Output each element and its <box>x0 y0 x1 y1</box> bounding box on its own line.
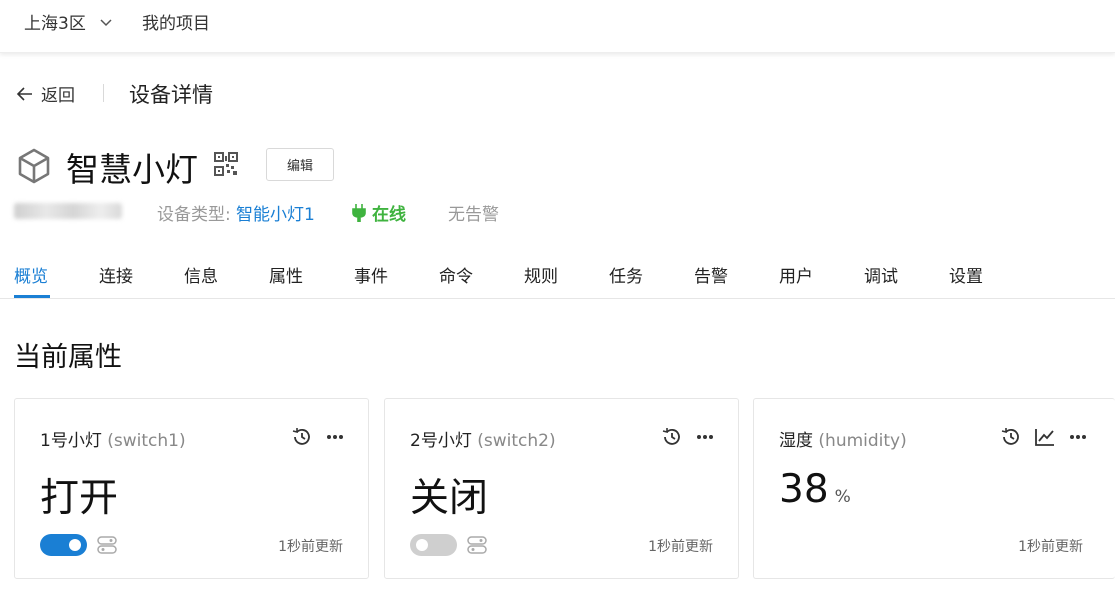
tab-bar: 概览 连接 信息 属性 事件 命令 规则 任务 告警 用户 调试 设置 <box>0 262 1115 299</box>
property-key: (switch2) <box>477 431 556 451</box>
tab-alarms[interactable]: 告警 <box>694 262 728 287</box>
back-label: 返回 <box>41 86 75 106</box>
tab-properties[interactable]: 属性 <box>269 262 303 287</box>
toggle-list-icon[interactable] <box>97 535 117 555</box>
device-name: 智慧小灯 <box>66 150 198 189</box>
tab-events[interactable]: 事件 <box>354 262 388 287</box>
tab-connection[interactable]: 连接 <box>99 262 133 287</box>
property-key: (switch1) <box>107 431 186 451</box>
property-card-humidity: 湿度 (humidity) 38% 1秒前更新 <box>753 398 1115 579</box>
status-text: 在线 <box>372 205 406 225</box>
region-selector[interactable]: 上海3区 <box>24 9 114 34</box>
humidity-unit: % <box>834 487 851 507</box>
card-title: 湿度 (humidity) <box>779 426 907 451</box>
divider <box>103 84 104 102</box>
card-title: 1号小灯 (switch1) <box>40 426 186 451</box>
property-card-switch2: 2号小灯 (switch2) 关闭 1秒前更新 <box>384 398 739 579</box>
updated-time: 1秒前更新 <box>1018 539 1083 555</box>
arrow-left-icon <box>16 86 32 101</box>
tab-users[interactable]: 用户 <box>779 262 813 287</box>
history-icon[interactable] <box>292 427 312 447</box>
history-icon[interactable] <box>1001 427 1021 447</box>
tab-tasks[interactable]: 任务 <box>609 262 643 287</box>
alarm-status: 无告警 <box>448 205 499 225</box>
line-chart-icon[interactable] <box>1035 428 1055 446</box>
property-value: 38% <box>779 467 851 512</box>
plug-icon <box>352 203 366 222</box>
tab-commands[interactable]: 命令 <box>439 262 473 287</box>
tab-debug[interactable]: 调试 <box>864 262 898 287</box>
device-id-redacted <box>14 203 122 219</box>
property-name: 1号小灯 <box>40 431 102 451</box>
card-actions <box>662 427 714 447</box>
card-actions <box>292 427 344 447</box>
toggle-list-icon[interactable] <box>467 535 487 555</box>
updated-time: 1秒前更新 <box>278 539 343 555</box>
tab-info[interactable]: 信息 <box>184 262 218 287</box>
more-icon[interactable] <box>696 434 714 440</box>
card-title: 2号小灯 (switch2) <box>410 426 556 451</box>
device-type-link[interactable]: 智能小灯1 <box>236 200 315 225</box>
tab-overview[interactable]: 概览 <box>14 262 48 287</box>
property-name: 2号小灯 <box>410 431 472 451</box>
section-title: 当前属性 <box>14 342 122 373</box>
updated-time: 1秒前更新 <box>648 539 713 555</box>
region-label: 上海3区 <box>24 14 86 34</box>
history-icon[interactable] <box>662 427 682 447</box>
chevron-down-icon <box>100 18 112 26</box>
card-actions <box>1001 427 1087 447</box>
toggle-knob <box>416 539 428 551</box>
edit-button[interactable]: 编辑 <box>266 148 334 181</box>
more-icon[interactable] <box>326 434 344 440</box>
switch2-toggle[interactable] <box>410 534 457 556</box>
back-button[interactable]: 返回 <box>15 81 75 106</box>
property-key: (humidity) <box>818 431 907 451</box>
top-bar: 上海3区 我的项目 <box>0 0 1115 53</box>
property-value: 关闭 <box>410 476 489 521</box>
qr-code-icon[interactable] <box>214 152 238 176</box>
device-type-label: 设备类型: <box>157 205 231 225</box>
cube-icon <box>18 148 50 184</box>
online-status: 在线 <box>352 200 406 225</box>
toggle-knob <box>69 539 81 551</box>
more-icon[interactable] <box>1069 434 1087 440</box>
active-tab-indicator <box>14 295 50 298</box>
project-link[interactable]: 我的项目 <box>142 9 210 34</box>
humidity-value: 38 <box>779 467 829 512</box>
property-value: 打开 <box>40 476 119 521</box>
page-title: 设备详情 <box>129 83 213 107</box>
switch1-toggle[interactable] <box>40 534 87 556</box>
tab-rules[interactable]: 规则 <box>524 262 558 287</box>
property-name: 湿度 <box>779 431 813 451</box>
property-card-switch1: 1号小灯 (switch1) 打开 1秒前更新 <box>14 398 369 579</box>
tab-settings[interactable]: 设置 <box>949 262 983 287</box>
